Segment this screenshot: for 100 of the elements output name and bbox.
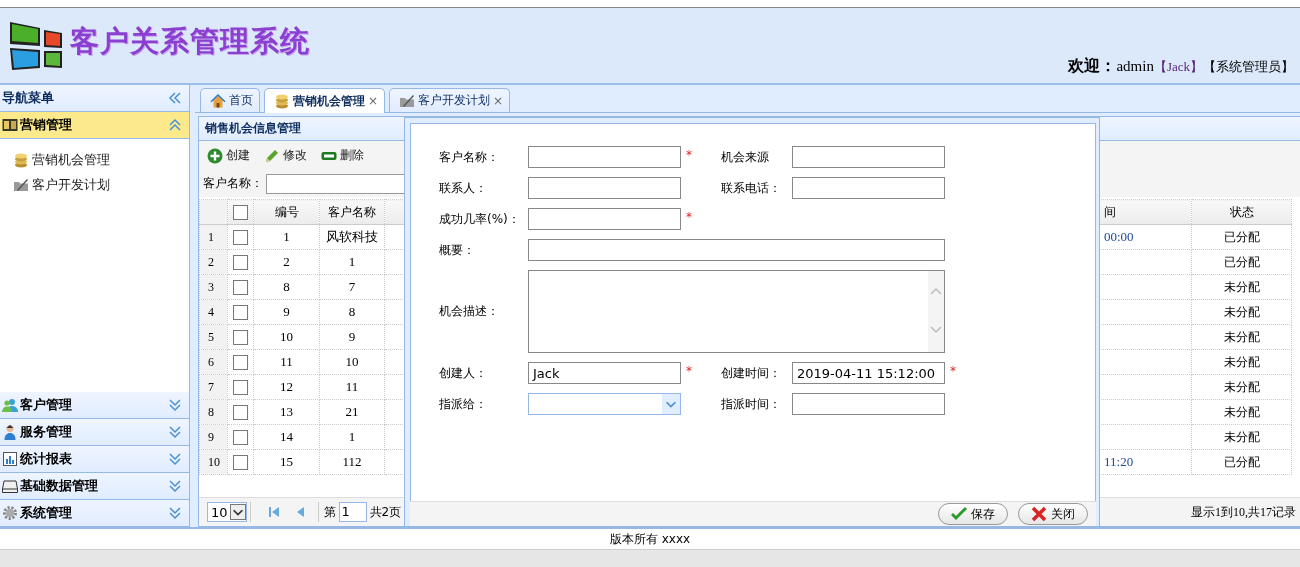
- check-icon: [951, 506, 967, 522]
- row-number: 8: [199, 399, 228, 425]
- checkbox[interactable]: [233, 354, 248, 370]
- accordion-header[interactable]: 系统管理: [0, 500, 189, 527]
- row-number: 3: [199, 274, 228, 300]
- table-cell: 未分配: [1191, 324, 1292, 350]
- username: admin: [1116, 58, 1154, 75]
- table-cell: 12: [253, 374, 320, 400]
- double-chevron-up-icon: [167, 117, 183, 133]
- checkbox[interactable]: [233, 204, 248, 220]
- search-label: 客户名称：: [203, 175, 263, 192]
- required-mark: *: [949, 364, 957, 378]
- dialog-button[interactable]: 关闭: [1018, 503, 1088, 525]
- input-field[interactable]: 2019-04-11 15:12:00: [792, 362, 945, 384]
- table-cell: 风软科技: [319, 224, 385, 250]
- field-label: 概要：: [439, 241, 476, 259]
- input-field[interactable]: Jack: [528, 362, 681, 384]
- accordion-header[interactable]: 统计报表: [0, 446, 189, 473]
- field-label: 创建时间：: [721, 364, 782, 382]
- input-field[interactable]: [792, 393, 945, 415]
- input-field[interactable]: [528, 208, 681, 230]
- toolbar-button[interactable]: 修改: [264, 147, 307, 164]
- tab-close-button[interactable]: ×: [493, 93, 504, 108]
- checkbox[interactable]: [233, 379, 248, 395]
- tab[interactable]: 营销机会管理 ×: [264, 88, 386, 113]
- page-count: 共2页: [369, 503, 402, 521]
- table-cell: 10: [253, 324, 320, 350]
- input-field[interactable]: [792, 177, 945, 199]
- tab-close-button[interactable]: ×: [368, 94, 379, 108]
- field-label: 机会来源: [721, 148, 770, 166]
- table-cell: 已分配: [1191, 224, 1292, 250]
- table-cell: 1: [253, 224, 320, 250]
- checkbox[interactable]: [233, 329, 248, 345]
- checkbox[interactable]: [233, 279, 248, 295]
- table-cell: 未分配: [1191, 299, 1292, 325]
- menu-item[interactable]: 营销机会管理: [13, 151, 110, 169]
- folder-icon: [399, 92, 416, 109]
- table-cell: 2: [253, 249, 320, 275]
- checkbox[interactable]: [233, 404, 248, 420]
- accordion-header[interactable]: 服务管理: [0, 419, 189, 446]
- double-chevron-down-icon: [167, 505, 183, 521]
- table-cell: 8: [319, 299, 385, 325]
- input-field[interactable]: [528, 177, 681, 199]
- table-cell: 112: [319, 449, 385, 475]
- input-field[interactable]: [528, 146, 681, 168]
- row-number: 2: [199, 249, 228, 275]
- accordion-header[interactable]: 客户管理: [0, 392, 189, 419]
- user-role: 【系统管理员】: [1203, 58, 1294, 76]
- dropdown-field[interactable]: [528, 393, 681, 415]
- dialog-button[interactable]: 保存: [938, 503, 1008, 525]
- ledger-icon: [2, 117, 18, 133]
- cross-icon: [1031, 506, 1047, 522]
- required-mark: *: [685, 210, 693, 224]
- menu-item[interactable]: 客户开发计划: [13, 176, 110, 194]
- checkbox[interactable]: [233, 229, 248, 245]
- pencil-icon: [264, 147, 280, 164]
- table-cell: 1: [319, 249, 385, 275]
- page-size-select[interactable]: 10: [207, 502, 247, 522]
- collapse-button[interactable]: [167, 90, 183, 106]
- checkbox[interactable]: [233, 454, 248, 470]
- checkbox[interactable]: [233, 429, 248, 445]
- accordion-header[interactable]: 营销管理: [0, 112, 189, 139]
- table-cell: 11: [319, 374, 385, 400]
- toolbar-button[interactable]: 删除: [321, 147, 364, 164]
- input-field[interactable]: [528, 239, 945, 261]
- coins-icon: [274, 93, 290, 109]
- table-cell: 未分配: [1191, 374, 1292, 400]
- input-field[interactable]: [792, 146, 945, 168]
- panel-title: 销售机会信息管理: [205, 120, 301, 137]
- row-number: 5: [199, 324, 228, 350]
- row-number: 6: [199, 349, 228, 375]
- checkbox[interactable]: [233, 304, 248, 320]
- field-label: 指派给：: [439, 395, 488, 413]
- text-area[interactable]: [528, 270, 945, 353]
- welcome-label: 欢迎：: [1068, 56, 1117, 76]
- tab[interactable]: 客户开发计划 ×: [389, 88, 511, 112]
- table-cell: 15: [253, 449, 320, 475]
- required-mark: *: [685, 148, 693, 162]
- table-cell: 已分配: [1191, 449, 1292, 475]
- drive-icon: [2, 478, 18, 494]
- settings-icon: [2, 505, 18, 521]
- page-input[interactable]: 1: [338, 502, 367, 522]
- toolbar-button[interactable]: 创建: [207, 147, 250, 164]
- column-header: 状态: [1191, 199, 1292, 225]
- checkbox[interactable]: [233, 254, 248, 270]
- field-label: 机会描述：: [439, 303, 500, 320]
- bar-chart-icon: [2, 451, 18, 467]
- required-mark: *: [685, 364, 693, 378]
- field-label: 联系人：: [439, 179, 488, 197]
- field-label: 客户名称：: [439, 148, 500, 166]
- double-chevron-down-icon: [167, 451, 183, 467]
- table-cell: 9: [253, 299, 320, 325]
- tab[interactable]: 首页: [200, 88, 260, 112]
- add-icon: [207, 147, 223, 164]
- row-number: 7: [199, 374, 228, 400]
- table-cell: 13: [253, 399, 320, 425]
- accordion-header[interactable]: 基础数据管理: [0, 473, 189, 500]
- field-label: 成功几率(%)：: [439, 210, 521, 228]
- table-cell: 8: [253, 274, 320, 300]
- users-icon: [2, 397, 18, 413]
